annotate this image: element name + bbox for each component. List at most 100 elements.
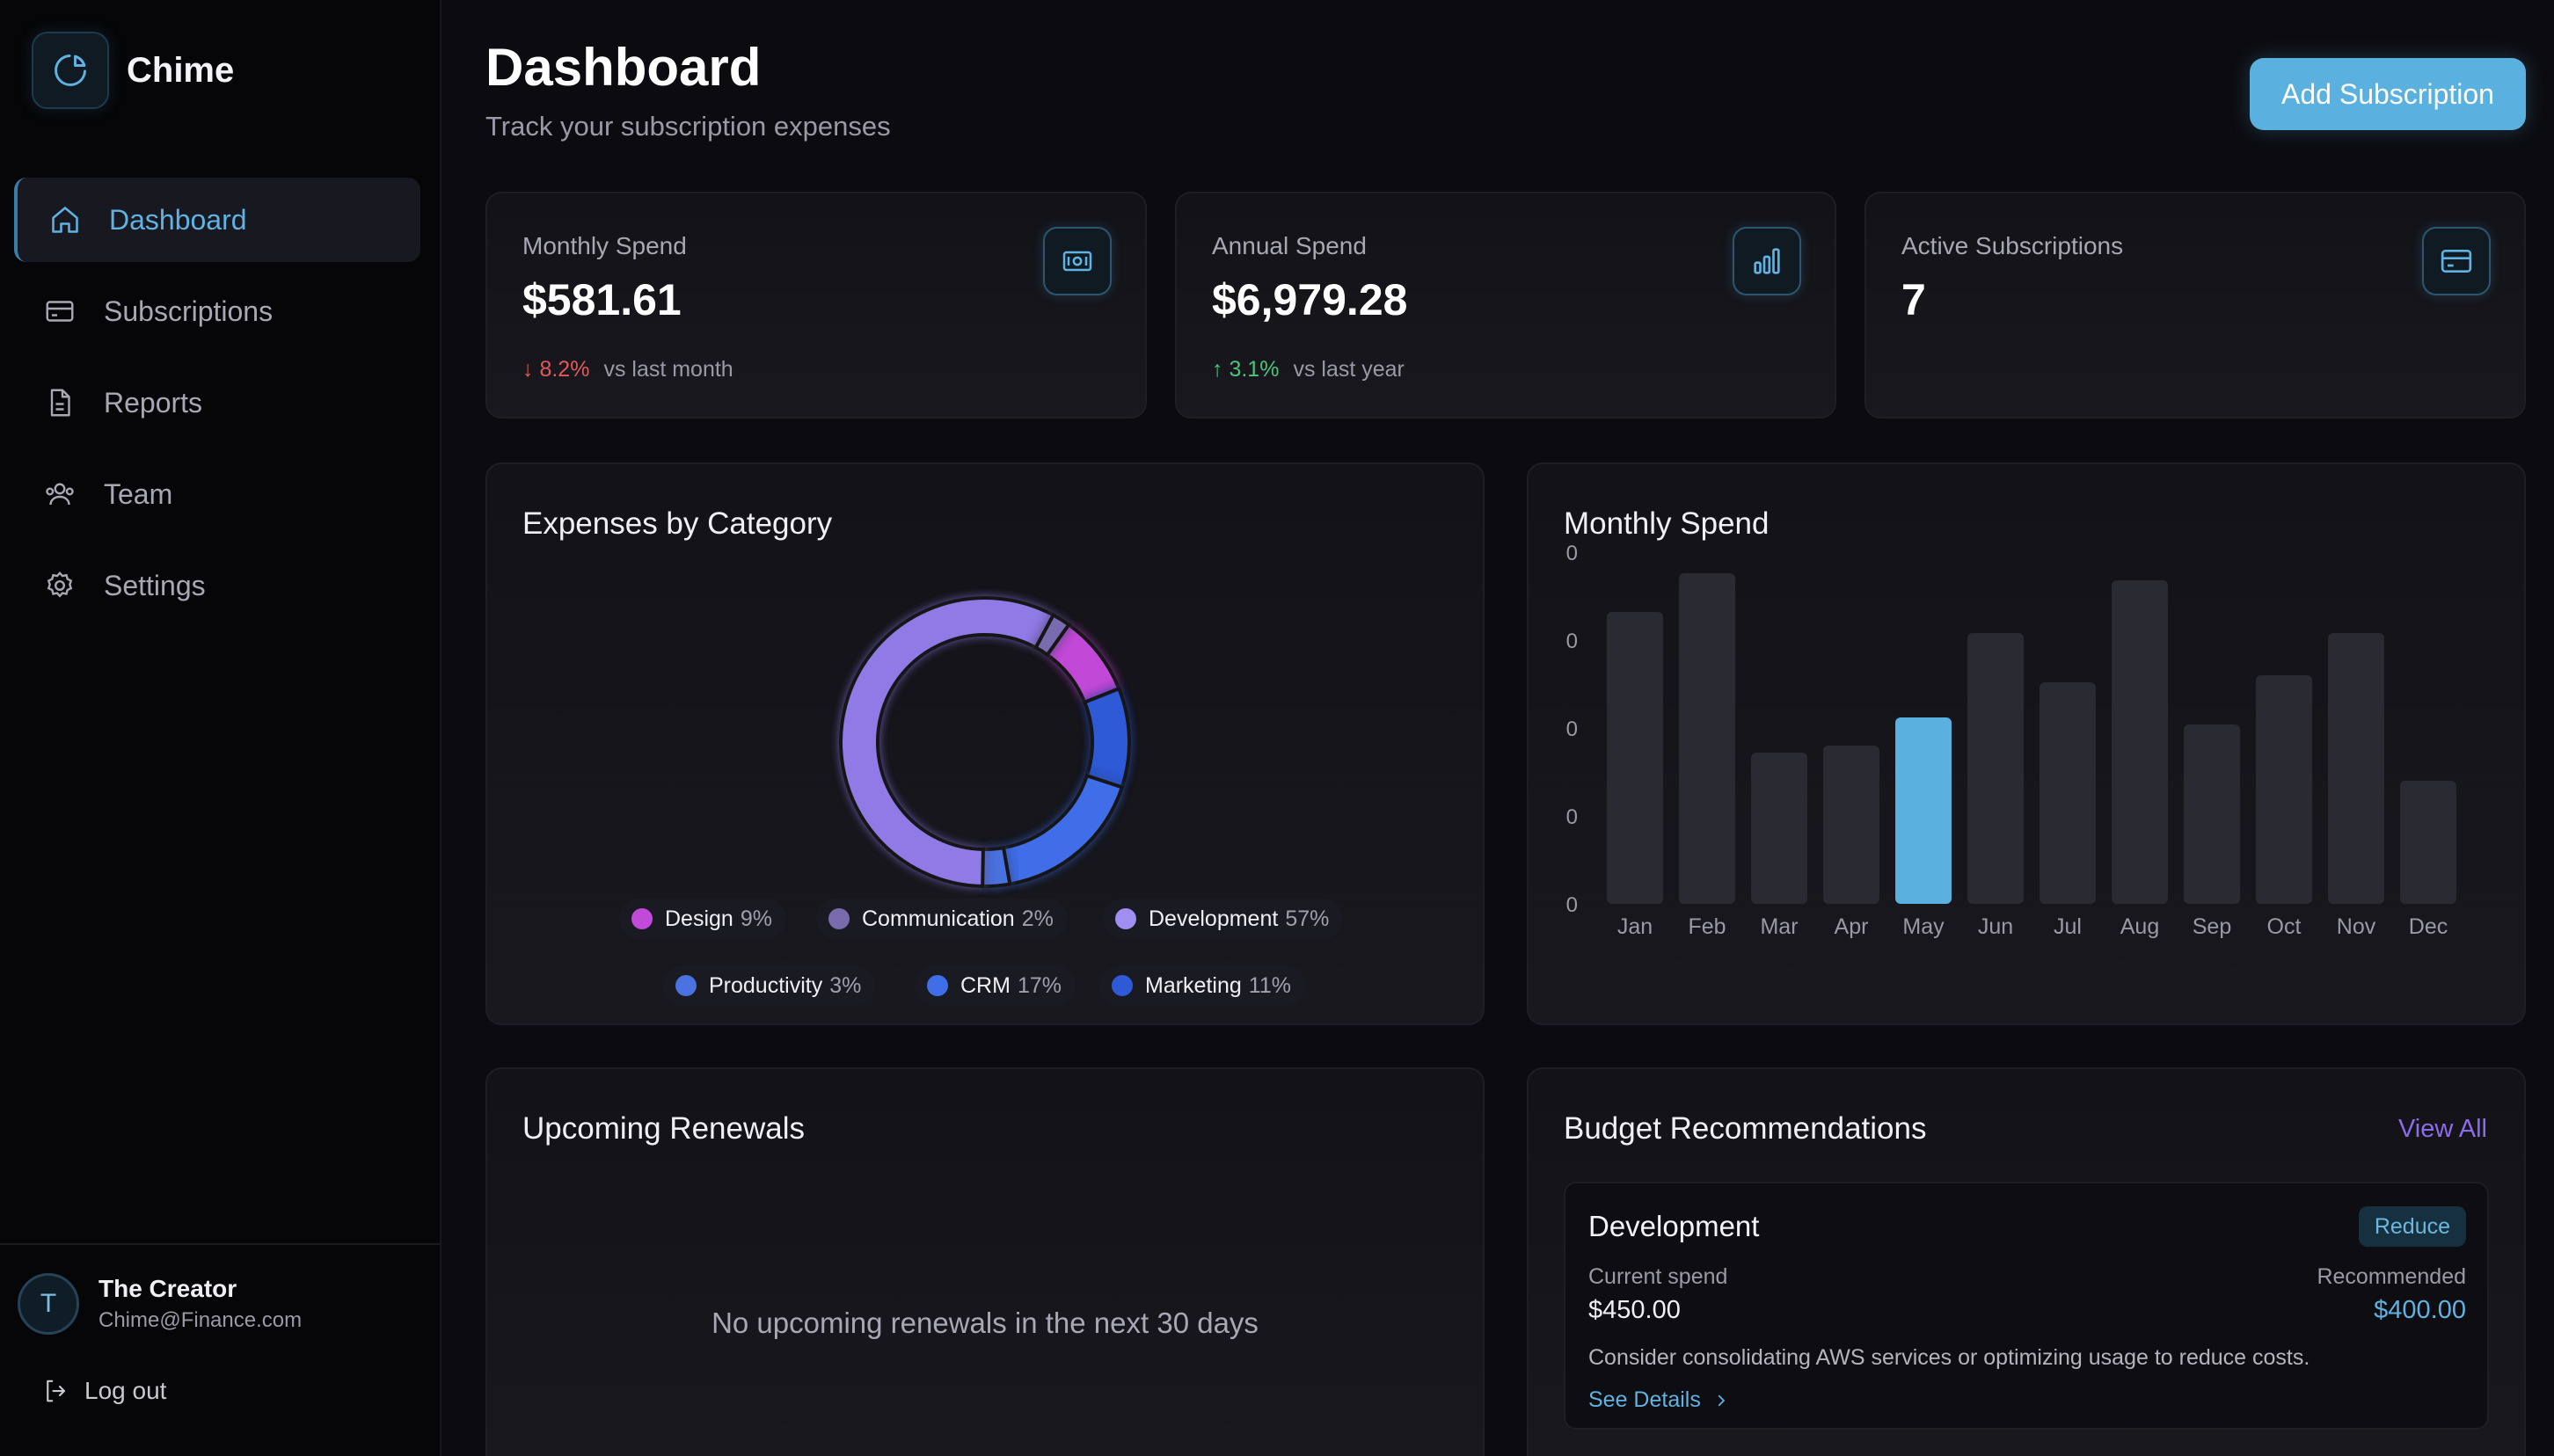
stat-label: Annual Spend [1212, 232, 1367, 259]
y-tick-label: 0 [1566, 893, 1578, 917]
x-tick-label: Jan [1617, 914, 1653, 939]
legend-percent: 11% [1248, 972, 1291, 998]
bar-oct[interactable] [2256, 675, 2312, 904]
legend-percent: 17% [1017, 972, 1062, 998]
recommended-label: Recommended [2317, 1264, 2466, 1289]
sidebar-item-subscriptions[interactable]: Subscriptions [14, 269, 420, 353]
logout-label: Log out [84, 1377, 167, 1404]
home-icon [47, 202, 83, 237]
sidebar-nav: Dashboard Subscriptions Reports Team Set… [14, 178, 420, 635]
donut-chart [839, 596, 1131, 889]
current-spend-label: Current spend [1588, 1264, 1728, 1289]
user-email: Chime@Finance.com [99, 1308, 303, 1332]
logout-icon [42, 1378, 69, 1404]
monthly-spend-panel: Monthly Spend 0 0 0 0 0 Jan Feb Mar Apr May Jun Jul… [1527, 462, 2526, 1025]
see-details-label: See Details [1588, 1387, 1701, 1412]
brand-name: Chime [127, 50, 235, 90]
sidebar-item-label: Team [104, 477, 173, 510]
legend-item-crm[interactable]: CRM 17% [915, 965, 1076, 1006]
x-tick-label: Jun [1978, 914, 2013, 939]
legend-item-design[interactable]: Design 9% [619, 899, 786, 939]
y-tick-label: 0 [1566, 542, 1578, 565]
credit-card-icon [42, 294, 77, 329]
page-title: Dashboard [485, 38, 762, 97]
page-subtitle: Track your subscription expenses [485, 111, 891, 142]
bar-jul[interactable] [2040, 682, 2096, 904]
sidebar-item-team[interactable]: Team [14, 452, 420, 536]
x-tick-label: May [1902, 914, 1945, 939]
upcoming-renewals-panel: Upcoming Renewals No upcoming renewals i… [485, 1067, 1485, 1456]
legend-item-communication[interactable]: Communication 2% [816, 899, 1068, 939]
sidebar-item-label: Reports [104, 386, 203, 419]
legend-dot [927, 975, 948, 996]
legend-label: CRM [960, 972, 1011, 998]
view-all-link[interactable]: View All [2398, 1115, 2487, 1144]
x-tick-label: Feb [1688, 914, 1726, 939]
stat-change: ↓ 8.2% vs last month [522, 357, 733, 382]
legend-item-development[interactable]: Development 57% [1103, 899, 1344, 939]
brand[interactable]: Chime [32, 32, 234, 109]
recommendation-description: Consider consolidating AWS services or o… [1588, 1345, 2310, 1370]
sidebar-item-settings[interactable]: Settings [14, 543, 420, 628]
stat-label: Active Subscriptions [1901, 232, 2124, 259]
bar-mar[interactable] [1751, 753, 1807, 904]
see-details-link[interactable]: See Details [1588, 1387, 1729, 1413]
arrow-down-icon: ↓ [522, 357, 534, 382]
user-name: The Creator [99, 1275, 237, 1302]
legend-dot [675, 975, 697, 996]
legend-label: Development [1149, 906, 1279, 931]
file-icon [42, 385, 77, 420]
x-tick-label: Aug [2120, 914, 2159, 939]
bar-feb[interactable] [1679, 573, 1735, 904]
bar-nov[interactable] [2328, 633, 2384, 904]
bar-may[interactable] [1895, 717, 1952, 904]
expenses-by-category-panel: Expenses by Category Design 9% Communica… [485, 462, 1485, 1025]
arrow-up-icon: ↑ [1212, 357, 1223, 382]
x-tick-label: Mar [1760, 914, 1798, 939]
user-profile[interactable]: T The Creator Chime@Finance.com [18, 1273, 302, 1335]
donut-slice-crm[interactable] [1001, 773, 1125, 886]
donut-slice-marketing[interactable] [1082, 686, 1131, 790]
credit-card-icon [2422, 227, 2491, 295]
bar-jun[interactable] [1967, 633, 2024, 904]
logout-button[interactable]: Log out [42, 1377, 166, 1405]
legend-dot [631, 908, 653, 929]
legend-item-marketing[interactable]: Marketing 11% [1099, 965, 1305, 1006]
users-icon [42, 477, 77, 512]
stat-card-annual-spend: Annual Spend $6,979.28 ↑ 3.1% vs last ye… [1175, 192, 1836, 419]
bar-aug[interactable] [2112, 580, 2168, 904]
y-tick-label: 0 [1566, 805, 1578, 829]
y-tick-label: 0 [1566, 717, 1578, 741]
stat-card-active-subscriptions: Active Subscriptions 7 [1864, 192, 2526, 419]
stat-value: $6,979.28 [1212, 275, 1408, 324]
x-tick-label: Oct [2267, 914, 2302, 939]
legend-item-productivity[interactable]: Productivity 3% [663, 965, 876, 1006]
recommendation-card: Development Reduce Current spend $450.00… [1564, 1182, 2489, 1430]
stat-card-monthly-spend: Monthly Spend $581.61 ↓ 8.2% vs last mon… [485, 192, 1147, 419]
panel-title: Budget Recommendations [1564, 1111, 1927, 1146]
legend-label: Design [665, 906, 733, 931]
current-spend-value: $450.00 [1588, 1296, 1681, 1324]
panel-title: Upcoming Renewals [522, 1111, 805, 1146]
monthly-spend-bar-chart: 0 0 0 0 0 Jan Feb Mar Apr May Jun Jul Aug Sep Oct Nov De… [1566, 542, 2456, 939]
add-subscription-button[interactable]: Add Subscription [2250, 58, 2526, 130]
bar-chart-icon [1733, 227, 1801, 295]
donut-slice-productivity[interactable] [981, 845, 1012, 888]
y-tick-label: 0 [1566, 630, 1578, 653]
stat-change-value: ↑ 3.1% [1212, 357, 1280, 382]
bar-apr[interactable] [1823, 746, 1879, 904]
sidebar-item-reports[interactable]: Reports [14, 360, 420, 445]
sidebar-item-dashboard[interactable]: Dashboard [14, 178, 420, 262]
sidebar-item-label: Subscriptions [104, 295, 274, 327]
bar-jan[interactable] [1607, 612, 1663, 904]
legend-dot [828, 908, 850, 929]
gear-icon [42, 568, 77, 603]
avatar: T [18, 1273, 79, 1335]
stat-change: ↑ 3.1% vs last year [1212, 357, 1405, 382]
bar-sep[interactable] [2184, 724, 2240, 904]
stat-change-value: ↓ 8.2% [522, 357, 590, 382]
budget-recommendations-panel: Budget Recommendations View All Developm… [1527, 1067, 2526, 1456]
stat-value: $581.61 [522, 275, 682, 324]
bar-dec[interactable] [2400, 781, 2456, 904]
sidebar-item-label: Dashboard [109, 203, 247, 236]
